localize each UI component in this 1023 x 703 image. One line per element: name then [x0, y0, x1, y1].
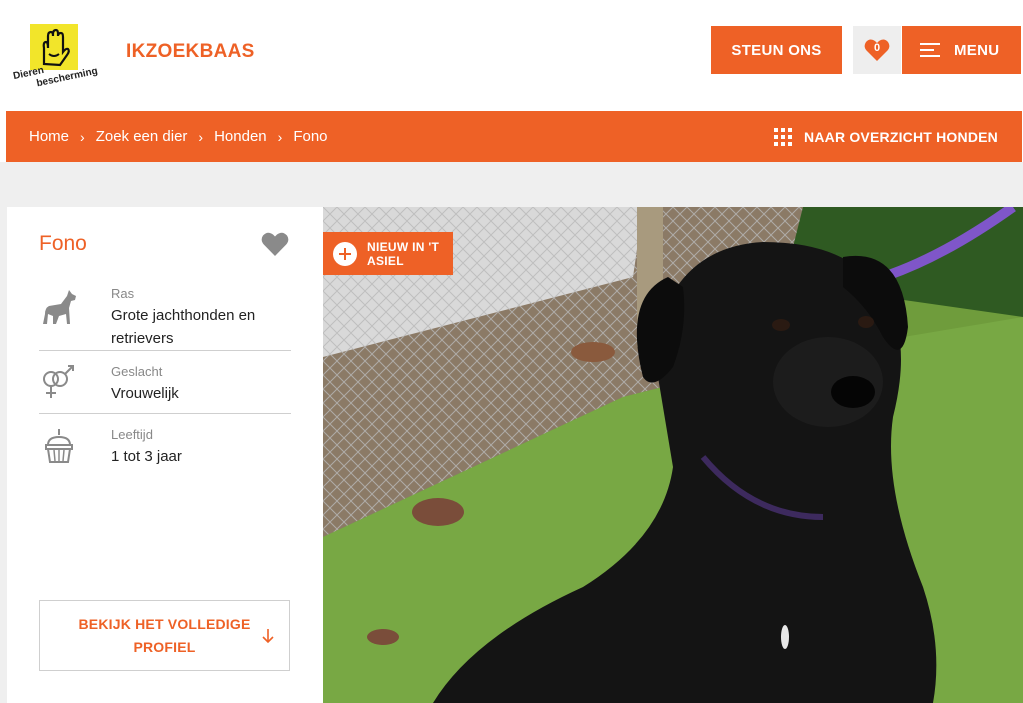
breadcrumb-zoek-een-dier[interactable]: Zoek een dier — [96, 128, 188, 145]
breadcrumb-current: Fono — [293, 128, 328, 145]
full-profile-button[interactable]: BEKIJK HET VOLLEDIGE PROFIEL — [39, 600, 290, 671]
overview-link[interactable]: NAAR OVERZICHT HONDEN — [774, 111, 998, 162]
site-brand-name[interactable]: IKZOEKBAAS — [126, 41, 255, 63]
detail-row-geslacht: Geslacht Vrouwelijk — [39, 364, 291, 414]
menu-label: MENU — [954, 41, 1000, 59]
plus-circle-icon — [333, 241, 357, 266]
cupcake-icon — [39, 427, 79, 467]
breadcrumb-bar: Home › Zoek een dier › Honden › Fono NAA… — [6, 111, 1022, 162]
gender-icon — [39, 364, 79, 404]
logo-hand-emblem — [30, 24, 78, 70]
geslacht-label: Geslacht — [111, 364, 163, 379]
pet-photo[interactable] — [323, 207, 1023, 703]
breadcrumb-honden[interactable]: Honden — [214, 128, 267, 145]
arrow-down-icon — [262, 629, 274, 644]
full-profile-label: BEKIJK HET VOLLEDIGE PROFIEL — [78, 615, 251, 655]
site-header: Dieren bescherming IKZOEKBAAS STEUN ONS … — [0, 0, 1023, 110]
pet-name: Fono — [39, 232, 87, 255]
favorite-heart-icon[interactable] — [261, 231, 289, 257]
overview-label: NAAR OVERZICHT HONDEN — [804, 128, 998, 145]
ras-label: Ras — [111, 286, 135, 301]
dog-photo-illustration — [323, 207, 1023, 703]
detail-row-leeftijd: Leeftijd 1 tot 3 jaar — [39, 427, 291, 477]
hamburger-icon — [920, 42, 940, 58]
favorites-button[interactable]: 0 — [853, 26, 901, 74]
breadcrumb-home[interactable]: Home — [29, 128, 69, 145]
leeftijd-label: Leeftijd — [111, 427, 153, 442]
chevron-right-icon: › — [198, 128, 204, 145]
grid-icon — [774, 127, 793, 146]
menu-button[interactable]: MENU — [902, 26, 1021, 74]
divider — [39, 350, 291, 351]
leeftijd-value: 1 tot 3 jaar — [111, 448, 182, 465]
dierenbescherming-logo[interactable]: Dieren bescherming — [12, 22, 102, 89]
divider — [39, 413, 291, 414]
ras-value: Grote jachthonden en retrievers — [111, 307, 256, 347]
breadcrumb: Home › Zoek een dier › Honden › Fono — [29, 111, 328, 162]
badge-label: NIEUW IN 'T ASIEL — [367, 239, 440, 268]
chevron-right-icon: › — [80, 128, 85, 145]
pet-info-card: Fono Ras Grote jachthonden en retrievers — [7, 207, 323, 703]
chevron-right-icon: › — [277, 128, 283, 145]
geslacht-value: Vrouwelijk — [111, 385, 179, 402]
favorites-count: 0 — [873, 42, 881, 54]
new-in-shelter-badge: NIEUW IN 'T ASIEL — [323, 232, 453, 275]
dog-icon — [39, 286, 79, 326]
detail-row-ras: Ras Grote jachthonden en retrievers — [39, 286, 291, 348]
steun-ons-button[interactable]: STEUN ONS — [711, 26, 842, 74]
